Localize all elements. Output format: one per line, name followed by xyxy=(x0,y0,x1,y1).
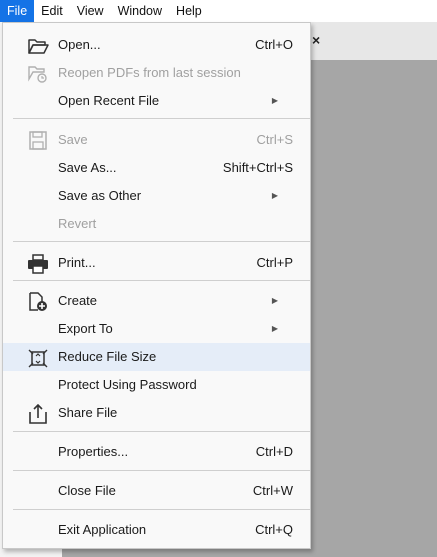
menu-item-open[interactable]: Open... Ctrl+O xyxy=(3,31,310,59)
menu-separator xyxy=(13,431,310,432)
menu-window[interactable]: Window xyxy=(111,0,169,22)
menu-separator xyxy=(13,241,310,242)
menu-item-print[interactable]: Print... Ctrl+P xyxy=(3,249,310,277)
create-pdf-icon xyxy=(27,292,49,312)
menu-separator xyxy=(13,118,310,119)
menu-file[interactable]: File xyxy=(0,0,35,22)
menu-item-shortcut: Ctrl+O xyxy=(255,37,293,52)
menu-view[interactable]: View xyxy=(70,0,111,22)
menu-item-label: Print... xyxy=(58,255,96,270)
menu-item-save-as[interactable]: Save As... Shift+Ctrl+S xyxy=(3,154,310,182)
tab-close-button[interactable]: × xyxy=(312,32,320,48)
menu-item-label: Save xyxy=(58,132,88,147)
menu-item-shortcut: Shift+Ctrl+S xyxy=(222,160,293,175)
menu-item-create[interactable]: Create ▶ xyxy=(3,287,310,315)
menu-item-reduce-file-size[interactable]: Reduce File Size xyxy=(3,343,310,371)
menu-edit[interactable]: Edit xyxy=(34,0,70,22)
file-menu: Open... Ctrl+O Reopen PDFs from last ses… xyxy=(2,22,311,549)
menu-item-label: Properties... xyxy=(58,444,129,459)
submenu-arrow-icon: ▶ xyxy=(271,96,278,105)
menu-item-exit[interactable]: Exit Application Ctrl+Q xyxy=(3,516,310,544)
menu-item-label: Create xyxy=(58,293,98,308)
menu-item-label: Share File xyxy=(58,405,118,420)
menu-item-label: Save as Other xyxy=(58,188,142,203)
menu-item-label: Exit Application xyxy=(58,522,147,537)
reopen-icon xyxy=(27,64,49,84)
menu-item-label: Open Recent File xyxy=(58,93,160,108)
menu-item-label: Revert xyxy=(58,216,97,231)
menu-separator xyxy=(13,470,310,471)
menu-item-shortcut: Ctrl+P xyxy=(256,255,293,270)
menu-bar: File Edit View Window Help xyxy=(0,0,437,22)
menu-item-label: Protect Using Password xyxy=(58,377,197,392)
menu-item-label: Save As... xyxy=(58,160,117,175)
menu-separator xyxy=(13,509,310,510)
share-icon xyxy=(27,404,49,424)
menu-item-shortcut: Ctrl+D xyxy=(255,444,293,459)
menu-help[interactable]: Help xyxy=(169,0,209,22)
printer-icon xyxy=(27,254,49,274)
menu-item-open-recent[interactable]: Open Recent File ▶ xyxy=(3,87,310,115)
menu-item-label: Reduce File Size xyxy=(58,349,157,364)
menu-item-shortcut: Ctrl+Q xyxy=(255,522,293,537)
menu-item-label: Export To xyxy=(58,321,113,336)
submenu-arrow-icon: ▶ xyxy=(271,191,278,200)
menu-item-label: Close File xyxy=(58,483,116,498)
save-icon xyxy=(27,131,49,151)
submenu-arrow-icon: ▶ xyxy=(271,296,278,305)
menu-separator xyxy=(13,280,310,281)
menu-item-shortcut: Ctrl+W xyxy=(252,483,293,498)
submenu-arrow-icon: ▶ xyxy=(271,324,278,333)
menu-item-shortcut: Ctrl+S xyxy=(256,132,293,147)
folder-open-icon xyxy=(27,36,49,56)
tab-strip xyxy=(310,22,437,60)
menu-item-properties[interactable]: Properties... Ctrl+D xyxy=(3,438,310,466)
menu-item-close-file[interactable]: Close File Ctrl+W xyxy=(3,477,310,505)
menu-item-label: Reopen PDFs from last session xyxy=(58,65,241,80)
menu-item-export-to[interactable]: Export To ▶ xyxy=(3,315,310,343)
menu-item-save: Save Ctrl+S xyxy=(3,126,310,154)
menu-item-protect-password[interactable]: Protect Using Password xyxy=(3,371,310,399)
menu-item-revert: Revert xyxy=(3,210,310,238)
menu-item-share-file[interactable]: Share File xyxy=(3,399,310,427)
reduce-size-icon xyxy=(27,348,49,368)
menu-item-save-as-other[interactable]: Save as Other ▶ xyxy=(3,182,310,210)
menu-item-label: Open... xyxy=(58,37,101,52)
menu-item-reopen: Reopen PDFs from last session xyxy=(3,59,310,87)
